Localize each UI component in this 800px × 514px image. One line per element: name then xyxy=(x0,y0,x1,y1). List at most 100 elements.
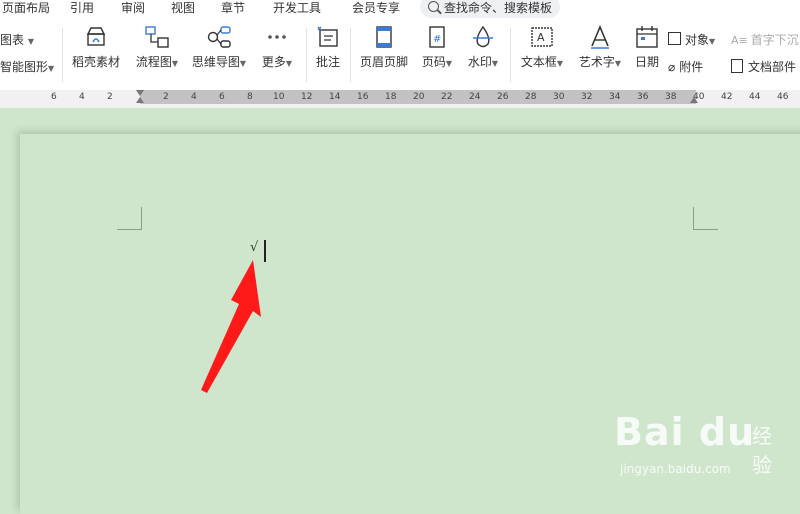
command-search-input[interactable]: 查找命令、搜索模板 xyxy=(420,0,560,18)
textbox-button[interactable]: A 文本框▼ xyxy=(518,24,566,72)
ruler-tick: 28 xyxy=(525,92,537,102)
smart-graphic-button[interactable]: 智能图形▼ xyxy=(0,59,54,77)
watermark-text: 水印 xyxy=(467,55,492,69)
drop-cap-icon: A≡ xyxy=(731,34,748,47)
comment-label: 批注 xyxy=(315,55,340,69)
document-parts-button[interactable]: 文档部件 xyxy=(731,59,796,75)
textbox-text: 文本框 xyxy=(520,55,557,69)
horizontal-ruler[interactable]: 6 4 2 2 4 6 8 10 12 14 16 18 20 22 24 26… xyxy=(0,90,800,108)
ruler-tick: 30 xyxy=(553,92,565,102)
svg-text:A: A xyxy=(537,31,545,44)
watermark-label: 水印▼ xyxy=(467,55,499,69)
object-button[interactable]: 对象▼ xyxy=(668,32,715,50)
drop-cap-button[interactable]: A≡ 首字下沉 xyxy=(731,32,799,49)
daoke-material-button[interactable]: 稻壳素材 xyxy=(70,24,122,70)
daoke-material-label: 稻壳素材 xyxy=(71,55,120,69)
hanging-indent-marker[interactable] xyxy=(136,97,144,103)
flowchart-label: 流程图▼ xyxy=(135,55,179,69)
more-button[interactable]: 更多▼ xyxy=(258,24,296,72)
comment-icon xyxy=(317,26,338,47)
ruler-tick: 4 xyxy=(79,92,85,102)
more-dots-icon xyxy=(268,35,286,39)
ruler-tick: 8 xyxy=(247,92,253,102)
ruler-tick: 42 xyxy=(721,92,733,102)
mindmap-icon xyxy=(207,26,231,48)
wordart-label: 艺术字▼ xyxy=(578,55,622,69)
tab-view[interactable]: 视图 xyxy=(171,0,195,16)
textbox-label: 文本框▼ xyxy=(520,55,564,69)
attachment-label: 附件 xyxy=(679,60,704,74)
watermark-url: jingyan.baidu.com xyxy=(620,462,731,476)
right-indent-marker[interactable] xyxy=(690,97,698,103)
ruler-tick: 18 xyxy=(385,92,397,102)
tab-page-layout[interactable]: 页面布局 xyxy=(2,0,50,16)
object-label: 对象 xyxy=(685,33,710,47)
ruler-tick: 20 xyxy=(413,92,425,102)
header-footer-button[interactable]: 页眉页脚 xyxy=(358,24,410,70)
tab-references[interactable]: 引用 xyxy=(70,0,94,16)
comment-button[interactable]: 批注 xyxy=(313,24,343,70)
baidu-logo: Bai du xyxy=(614,410,756,454)
wordart-button[interactable]: 艺术字▼ xyxy=(576,24,624,72)
date-button[interactable]: 日期 xyxy=(632,24,662,70)
watermark-button[interactable]: 水印▼ xyxy=(463,24,503,72)
ruler-tick: 6 xyxy=(219,92,225,102)
ruler-tick: 44 xyxy=(749,92,761,102)
header-footer-icon xyxy=(376,26,392,48)
more-text: 更多 xyxy=(261,55,286,69)
material-store-icon xyxy=(86,27,106,46)
ruler-tick: 22 xyxy=(441,92,453,102)
tab-developer-tools[interactable]: 开发工具 xyxy=(273,0,321,16)
ruler-tick: 12 xyxy=(301,92,313,102)
ruler-tick: 14 xyxy=(329,92,341,102)
wordart-icon xyxy=(591,24,609,49)
mindmap-label: 思维导图▼ xyxy=(191,55,247,69)
page-number-text: 页码 xyxy=(421,55,446,69)
paperclip-icon: ⌀ xyxy=(668,60,676,74)
date-label: 日期 xyxy=(634,55,659,69)
flowchart-text: 流程图 xyxy=(135,55,172,69)
ruler-tick: 6 xyxy=(51,92,57,102)
mindmap-button[interactable]: 思维导图▼ xyxy=(190,24,248,72)
textbox-icon: A xyxy=(531,27,553,47)
ruler-tick: 24 xyxy=(469,92,481,102)
tab-chapter[interactable]: 章节 xyxy=(221,0,245,16)
flowchart-button[interactable]: 流程图▼ xyxy=(134,24,180,72)
flowchart-icon xyxy=(145,26,169,48)
header-footer-label: 页眉页脚 xyxy=(359,55,408,69)
jingyan-brand: 经验 xyxy=(752,424,772,477)
document-parts-icon xyxy=(731,59,743,73)
chart-label: 图表 xyxy=(0,33,25,47)
document-parts-label: 文档部件 xyxy=(748,60,797,74)
ruler-tick: 2 xyxy=(163,92,169,102)
document-page[interactable] xyxy=(20,134,800,514)
tab-member[interactable]: 会员专享 xyxy=(352,0,400,16)
drop-cap-label: 首字下沉 xyxy=(750,33,799,47)
ruler-tick: 4 xyxy=(191,92,197,102)
tab-review[interactable]: 审阅 xyxy=(121,0,145,16)
attachment-button[interactable]: ⌀ 附件 xyxy=(668,59,703,75)
wordart-text: 艺术字 xyxy=(578,55,615,69)
more-label: 更多▼ xyxy=(261,55,293,69)
ribbon-separator xyxy=(62,28,63,82)
page-number-icon: # xyxy=(429,26,445,48)
page-number-button[interactable]: # 页码▼ xyxy=(418,24,456,72)
mindmap-text: 思维导图 xyxy=(191,55,240,69)
chart-button[interactable]: 图表 ▼ xyxy=(0,32,34,50)
red-arrow-annotation xyxy=(201,260,261,393)
ribbon-separator xyxy=(306,28,307,82)
first-line-indent-marker[interactable] xyxy=(136,90,144,96)
ruler-tick: 38 xyxy=(665,92,677,102)
ruler-tick: 26 xyxy=(497,92,509,102)
calendar-icon xyxy=(636,26,658,48)
smart-graphic-label: 智能图形 xyxy=(0,60,49,74)
baidu-jingyan-watermark: Bai du 经验 jingyan.baidu.com xyxy=(614,410,772,477)
object-icon xyxy=(668,32,681,45)
ruler-tick: 16 xyxy=(357,92,369,102)
svg-text:#: # xyxy=(433,34,441,45)
ruler-tick: 36 xyxy=(637,92,649,102)
ribbon-separator xyxy=(510,28,511,82)
margin-corner-mark xyxy=(693,207,718,230)
ruler-tick: 10 xyxy=(273,92,285,102)
menu-tab-bar: 页面布局 引用 审阅 视图 章节 开发工具 会员专享 查找命令、搜索模板 xyxy=(0,0,800,18)
